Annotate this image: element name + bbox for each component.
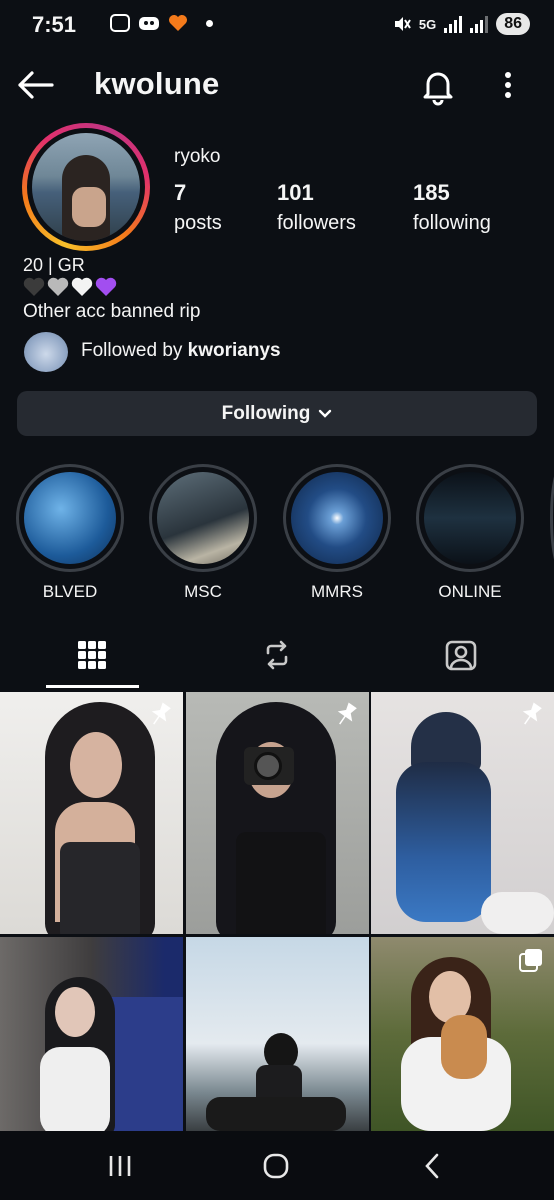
bio-text: Other acc banned rip [23, 301, 201, 322]
tab-tagged[interactable] [431, 630, 491, 680]
tab-posts-grid[interactable] [62, 630, 122, 680]
display-name: ryoko [174, 146, 221, 167]
pin-icon [151, 702, 171, 725]
mute-icon [394, 17, 411, 31]
bell-icon[interactable] [418, 66, 458, 106]
post-thumbnail[interactable] [186, 937, 369, 1131]
post-thumbnail[interactable] [371, 692, 554, 934]
notification-dot-icon [206, 19, 213, 27]
status-time: 7:51 [32, 12, 77, 37]
purple-heart-icon [95, 277, 117, 296]
screenshot-icon [110, 14, 130, 32]
highlight-blved[interactable]: BLVED [16, 464, 124, 602]
status-bar: 7:51 5G 86 [0, 0, 554, 52]
pin-icon [522, 702, 542, 725]
active-tab-indicator [46, 685, 139, 688]
home-button[interactable] [256, 1149, 296, 1183]
post-thumbnail[interactable] [0, 937, 183, 1131]
reposts-icon [266, 640, 288, 670]
post-thumbnail[interactable] [0, 692, 183, 934]
tagged-icon [445, 640, 477, 671]
following-count[interactable]: 185 following [413, 180, 491, 235]
grid-icon [78, 641, 106, 669]
pin-icon [337, 702, 357, 725]
network-type: 5G [418, 16, 437, 32]
highlight-online[interactable]: ONLINE [416, 464, 524, 602]
battery-indicator: 86 [496, 13, 530, 35]
followers-count[interactable]: 101 followers [277, 180, 356, 235]
signal-icon [444, 15, 463, 33]
recent-apps-icon [109, 1156, 131, 1176]
home-icon [263, 1153, 289, 1179]
carousel-icon [519, 949, 542, 972]
discord-icon [139, 17, 159, 30]
white-heart-icon [71, 277, 93, 296]
bio-hearts [23, 277, 117, 297]
nav-back-icon [425, 1153, 439, 1179]
nav-back-button[interactable] [412, 1149, 452, 1183]
posts-count[interactable]: 7 posts [174, 180, 222, 235]
back-arrow-icon[interactable] [16, 68, 56, 102]
recent-apps-button[interactable] [100, 1149, 140, 1183]
signal-2-icon [470, 15, 489, 33]
tab-reposts[interactable] [247, 630, 307, 680]
mutual-follower-avatar[interactable] [24, 332, 68, 372]
avatar [32, 133, 140, 241]
more-options-icon[interactable] [494, 68, 522, 102]
black-heart-icon [23, 277, 45, 296]
followed-by[interactable]: Followed by kworianys [81, 340, 281, 362]
post-thumbnail[interactable] [371, 937, 554, 1131]
avatar-story-ring[interactable] [22, 123, 150, 251]
chevron-down-icon [319, 409, 332, 418]
app-heart-icon [169, 15, 187, 31]
header-username: kwolune [94, 66, 220, 101]
profile-header: kwolune [0, 58, 554, 112]
bio-line: 20 | GR [23, 255, 85, 275]
system-nav-bar [0, 1131, 554, 1200]
post-thumbnail[interactable] [186, 692, 369, 934]
following-button[interactable]: Following [17, 391, 537, 436]
highlight-mmrs[interactable]: MMRS [283, 464, 391, 602]
highlight-more[interactable] [550, 466, 554, 570]
highlight-msc[interactable]: MSC [149, 464, 257, 602]
grey-heart-icon [47, 277, 69, 296]
